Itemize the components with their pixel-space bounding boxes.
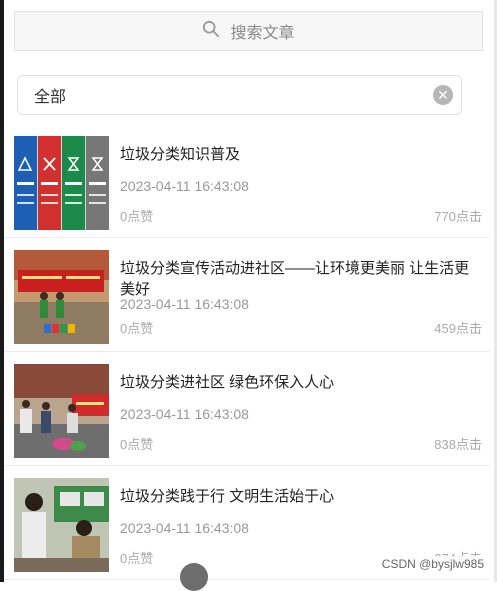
article-date: 2023-04-11 16:43:08 bbox=[120, 520, 249, 536]
article-title[interactable]: 垃圾分类知识普及 bbox=[120, 144, 482, 165]
article-title[interactable]: 垃圾分类践于行 文明生活始于心 bbox=[120, 486, 482, 507]
search-icon bbox=[202, 20, 220, 43]
article-list: 垃圾分类知识普及 2023-04-11 16:43:08 0点赞 770点击 垃… bbox=[4, 124, 490, 580]
article-clicks: 770点击 bbox=[434, 209, 482, 224]
article-thumbnail bbox=[14, 136, 109, 230]
article-likes: 0点赞 bbox=[120, 321, 154, 336]
article-item[interactable]: 垃圾分类宣传活动进社区——让环境更美丽 让生活更美好 2023-04-11 16… bbox=[4, 238, 490, 352]
category-filter[interactable]: ✕ bbox=[17, 75, 462, 115]
search-label: 搜索文章 bbox=[230, 25, 295, 42]
clear-icon[interactable]: ✕ bbox=[433, 85, 453, 105]
article-clicks: 459点击 bbox=[434, 321, 482, 336]
article-likes: 0点赞 bbox=[120, 437, 154, 452]
article-thumbnail bbox=[14, 364, 109, 458]
article-thumbnail bbox=[14, 478, 109, 572]
category-filter-input[interactable] bbox=[32, 85, 433, 105]
article-date: 2023-04-11 16:43:08 bbox=[120, 296, 249, 312]
article-likes: 0点赞 bbox=[120, 551, 154, 566]
article-item[interactable]: 垃圾分类进社区 绿色环保入人心 2023-04-11 16:43:08 0点赞 … bbox=[4, 352, 490, 466]
article-date: 2023-04-11 16:43:08 bbox=[120, 178, 249, 194]
article-date: 2023-04-11 16:43:08 bbox=[120, 406, 249, 422]
floating-scroll-button[interactable] bbox=[180, 563, 208, 591]
article-thumbnail bbox=[14, 250, 109, 344]
article-item[interactable]: 垃圾分类知识普及 2023-04-11 16:43:08 0点赞 770点击 bbox=[4, 124, 490, 238]
search-button[interactable]: 搜索文章 bbox=[14, 11, 483, 51]
article-title[interactable]: 垃圾分类进社区 绿色环保入人心 bbox=[120, 372, 482, 393]
article-likes: 0点赞 bbox=[120, 209, 154, 224]
article-clicks: 838点击 bbox=[434, 437, 482, 452]
csdn-watermark: CSDN @bysjlw985 bbox=[378, 556, 487, 572]
article-title[interactable]: 垃圾分类宣传活动进社区——让环境更美丽 让生活更美好 bbox=[120, 258, 482, 300]
